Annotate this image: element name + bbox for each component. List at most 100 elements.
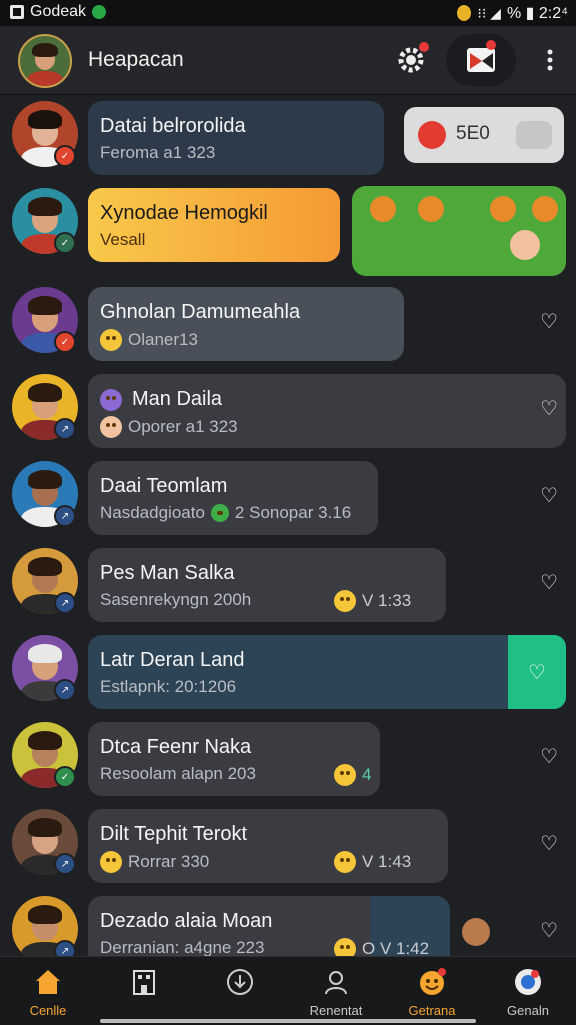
- status-badge: ↗: [54, 505, 76, 527]
- heart-icon[interactable]: ♡: [540, 744, 558, 769]
- status-battery-time: % ▮ 2:2⁴: [506, 5, 568, 22]
- people-icon: [325, 971, 347, 995]
- chat-name: Xynodae Hemogkil: [100, 202, 268, 224]
- chat-preview: Resoolam alapn 203: [100, 764, 256, 783]
- sticker-badge-icon: [532, 196, 558, 222]
- heart-icon[interactable]: ♡: [540, 483, 558, 508]
- smile-emoji-icon: [100, 329, 122, 351]
- voice-pill[interactable]: 5E0: [404, 107, 564, 163]
- chat-bubble[interactable]: Man Daila Oporer a1 323: [88, 374, 566, 448]
- chat-preview: Rorrar 330: [128, 852, 210, 871]
- monkey-emoji-icon: [462, 918, 490, 946]
- smile-emoji-icon: [100, 851, 122, 873]
- face-emoji-icon: [100, 416, 122, 438]
- home-indicator: [100, 1019, 476, 1023]
- chat-name: Daai Teomlam: [100, 475, 228, 497]
- page-title: Heapacan: [88, 48, 184, 71]
- status-badge: ↗: [54, 853, 76, 875]
- nav-building[interactable]: [96, 957, 192, 1025]
- heart-icon[interactable]: ♡: [540, 309, 558, 334]
- status-bar: Godeak ⁝⁝ ◢ % ▮ 2:2⁴: [0, 0, 576, 26]
- favorite-button[interactable]: ♡: [508, 635, 566, 709]
- chat-name: Dtca Feenr Naka: [100, 736, 252, 758]
- chat-name: Dezado alaia Moan: [100, 910, 273, 932]
- pill-value: 5E0: [456, 123, 490, 144]
- chat-icon: [515, 969, 541, 995]
- building-icon: [133, 970, 155, 995]
- notification-icon: [10, 5, 24, 19]
- heart-icon[interactable]: ♡: [540, 831, 558, 856]
- chat-time: V 1:43: [362, 852, 412, 871]
- more-button[interactable]: [540, 44, 560, 76]
- sticker-badge-icon: [418, 196, 444, 222]
- list-item[interactable]: ↗ Man Daila Oporer a1 323 ♡: [0, 368, 576, 455]
- settings-badge: [419, 42, 429, 52]
- chat-bubble[interactable]: Pes Man Salka Sasenrekyngn 200h V 1:33: [88, 548, 446, 622]
- whatsapp-notification-icon: [92, 5, 107, 19]
- laugh-emoji-icon: [334, 851, 356, 873]
- chat-preview: Derranian: a4gne 223: [100, 938, 265, 957]
- list-item[interactable]: ↗ Pes Man Salka Sasenrekyngn 200h V 1:33…: [0, 542, 576, 629]
- heart-icon[interactable]: ♡: [540, 918, 558, 943]
- chat-name: Man Daila: [132, 388, 223, 410]
- sticker-badge-icon: [490, 196, 516, 222]
- alert-icon: [457, 5, 472, 21]
- nav-label: Renentat: [309, 1003, 363, 1018]
- chat-bubble[interactable]: Daai Teomlam Nasdadgioato 2 Sonopar 3.16: [88, 461, 378, 535]
- nav-people[interactable]: Renentat: [288, 957, 384, 1025]
- chat-bubble[interactable]: Xynodae Hemogkil Vesall: [88, 188, 340, 262]
- nav-download[interactable]: [192, 957, 288, 1025]
- status-badge: ✓: [54, 232, 76, 254]
- list-item[interactable]: ↗ Daai Teomlam Nasdadgioato 2 Sonopar 3.1…: [0, 455, 576, 542]
- chat-time: 4: [362, 765, 372, 784]
- flag-icon: [467, 48, 495, 72]
- chat-bubble[interactable]: Ghnolan Damumeahla Olaner13: [88, 287, 404, 361]
- chat-preview: Vesall: [100, 230, 146, 249]
- list-item[interactable]: ✓ Datai belrorolida Feroma a1 323 5E0: [0, 95, 576, 182]
- chat-preview: Oporer a1 323: [128, 417, 238, 436]
- list-item[interactable]: ↗ Dilt Tephit Terokt Rorrar 330 V 1:43 ♡: [0, 803, 576, 890]
- chat-preview: Nasdadgioato: [100, 503, 205, 522]
- status-badge: ↗: [54, 592, 76, 614]
- status-badge: ✓: [54, 331, 76, 353]
- chat-bubble[interactable]: Datai belrorolida Feroma a1 323: [88, 101, 384, 175]
- chat-bubble[interactable]: Latr Deran Land Estlapnk: 20:1206: [88, 635, 508, 709]
- pill-toggle-icon: [516, 121, 552, 149]
- more-icon: [547, 49, 553, 71]
- list-item[interactable]: ↗ Latr Deran Land Estlapnk: 20:1206 ♡: [0, 629, 576, 716]
- chat-name: Datai belrorolida: [100, 115, 246, 137]
- chat-bubble[interactable]: Dilt Tephit Terokt Rorrar 330 V 1:43: [88, 809, 448, 883]
- sticker-badge-icon: [370, 196, 396, 222]
- heart-icon[interactable]: ♡: [540, 396, 558, 421]
- character-icon: [510, 230, 540, 260]
- list-item[interactable]: ✓ Ghnolan Damumeahla Olaner13 ♡: [0, 281, 576, 368]
- heart-icon: ♡: [528, 661, 546, 684]
- purple-emoji-icon: [100, 388, 122, 411]
- laugh-emoji-icon: [334, 764, 356, 786]
- signal-icon: ⁝⁝ ◢: [477, 4, 501, 21]
- nav-label: Getrana: [408, 1003, 456, 1018]
- record-icon: [418, 121, 446, 149]
- emoji-icon: [420, 968, 446, 995]
- app-header: Heapacan: [0, 26, 576, 95]
- sticker-card[interactable]: [352, 186, 566, 276]
- status-badge: ✓: [54, 766, 76, 788]
- chat-bubble[interactable]: Dtca Feenr Naka Resoolam alapn 203 4: [88, 722, 380, 796]
- nav-emoji[interactable]: Getrana: [384, 957, 480, 1025]
- flag-button[interactable]: [446, 34, 516, 86]
- chat-name: Pes Man Salka: [100, 562, 235, 584]
- nav-chat[interactable]: Genaln: [480, 957, 576, 1025]
- settings-button[interactable]: [393, 42, 429, 78]
- check-emoji-icon: [210, 504, 229, 522]
- list-item[interactable]: ✓ Dtca Feenr Naka Resoolam alapn 203 4 ♡: [0, 716, 576, 803]
- status-badge: ↗: [54, 418, 76, 440]
- status-badge: ↗: [54, 679, 76, 701]
- profile-avatar[interactable]: [18, 34, 72, 88]
- bottom-nav: Cenlle Renentat Getrana Genaln: [0, 956, 576, 1025]
- status-app-name: Godeak: [30, 3, 87, 20]
- nav-home[interactable]: Cenlle: [0, 957, 96, 1025]
- heart-icon[interactable]: ♡: [540, 570, 558, 595]
- chat-extra: 2 Sonopar 3.16: [234, 503, 352, 522]
- nav-label: Genaln: [507, 1003, 549, 1018]
- list-item[interactable]: ✓ Xynodae Hemogkil Vesall: [0, 182, 576, 276]
